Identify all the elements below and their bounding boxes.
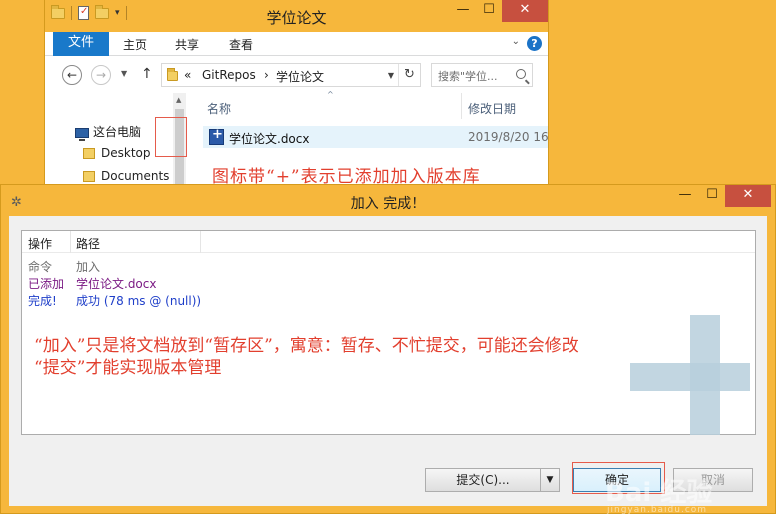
recent-locations-icon[interactable]: ▼ [121, 69, 127, 78]
breadcrumb-overflow[interactable]: « [184, 68, 191, 82]
plus-overlay-icon [630, 363, 750, 391]
folder-icon [83, 171, 95, 182]
file-row[interactable]: 学位论文.docx 2019/8/20 16 [203, 126, 549, 148]
maximize-button[interactable]: ☐ [699, 185, 725, 207]
breadcrumb-thesis[interactable]: 学位论文 [276, 68, 324, 85]
file-date: 2019/8/20 16 [468, 130, 549, 144]
commit-dropdown-icon[interactable]: ▼ [540, 468, 560, 492]
log-row: 完成! 成功 (78 ms @ (null)) [28, 294, 202, 308]
column-header-path[interactable]: 路径 [76, 235, 100, 252]
minimize-button[interactable]: — [671, 185, 699, 207]
breadcrumb-gitrepos[interactable]: GitRepos [202, 68, 256, 82]
column-header-action[interactable]: 操作 [28, 235, 52, 252]
close-button[interactable]: ✕ [725, 185, 771, 207]
dialog-title: 加入 完成！ [350, 196, 426, 212]
sort-ascending-icon: ^ [327, 90, 334, 99]
highlight-box [155, 117, 187, 157]
maximize-button[interactable]: ☐ [476, 0, 502, 22]
column-divider[interactable] [70, 231, 71, 253]
log-row: 命令 加入 [28, 260, 101, 274]
address-bar[interactable]: « GitRepos › 学位论文 ▼ ↻ [161, 63, 421, 87]
ribbon: 文件 主页 共享 查看 ⌄ ? [45, 32, 548, 56]
nav-item-documents[interactable]: Documents [83, 169, 169, 183]
back-arrow-icon[interactable]: ← [62, 65, 82, 85]
minimize-button[interactable]: — [450, 0, 476, 22]
tab-home[interactable]: 主页 [123, 36, 147, 53]
search-icon [516, 69, 526, 79]
log-row: 已添加 学位论文.docx [28, 277, 157, 291]
scroll-up-icon[interactable]: ▲ [176, 96, 181, 104]
column-divider[interactable] [200, 231, 201, 253]
tab-share[interactable]: 共享 [175, 36, 199, 53]
refresh-icon[interactable]: ↻ [398, 64, 420, 86]
folder-icon [83, 148, 95, 159]
search-input[interactable]: 搜索"学位... [431, 63, 533, 87]
computer-icon [75, 127, 89, 141]
file-name: 学位论文.docx [229, 132, 310, 146]
column-divider[interactable] [461, 93, 462, 119]
close-button[interactable]: ✕ [502, 0, 548, 22]
dialog-body: 操作 路径 命令 加入 已添加 学位论文.docx 完成! 成功 (78 ms … [9, 216, 767, 514]
folder-icon [167, 68, 178, 81]
breadcrumb-separator: › [264, 68, 269, 82]
help-icon[interactable]: ? [527, 36, 542, 51]
nav-item-desktop[interactable]: Desktop [83, 146, 151, 160]
operation-log[interactable]: 操作 路径 命令 加入 已添加 学位论文.docx 完成! 成功 (78 ms … [21, 230, 756, 435]
word-document-added-icon [209, 127, 224, 145]
search-placeholder: 搜索"学位... [438, 70, 498, 83]
column-header-name[interactable]: 名称 [207, 100, 231, 117]
baidu-watermark: Bai 经验 [605, 478, 713, 508]
nav-item-this-pc[interactable]: 这台电脑 [75, 123, 141, 141]
commit-button[interactable]: 提交(C)... [425, 468, 541, 492]
address-dropdown-icon[interactable]: ▼ [388, 71, 394, 80]
navigation-pane: 这台电脑 Desktop Documents [45, 93, 173, 190]
forward-arrow-icon[interactable]: → [91, 65, 111, 85]
column-header-date[interactable]: 修改日期 [468, 100, 516, 117]
baidu-watermark-url: jingyan.baidu.com [607, 505, 708, 514]
add-finished-dialog: ✲ 加入 完成！ — ☐ ✕ 操作 路径 命令 加入 已添加 学位论文.docx [0, 184, 776, 514]
annotation-stage-note: “加入”只是将文档放到“暂存区”，寓意：暂存、不忙提交，可能还会修改 “提交”才… [34, 336, 579, 378]
chevron-down-icon[interactable]: ⌄ [512, 36, 520, 47]
tab-file[interactable]: 文件 [53, 32, 109, 56]
log-header: 操作 路径 [22, 231, 755, 253]
explorer-titlebar: ▾ 学位论文 — ☐ ✕ [45, 0, 548, 32]
up-arrow-icon[interactable]: ↑ [141, 66, 153, 82]
dialog-titlebar: ✲ 加入 完成！ — ☐ ✕ [1, 185, 775, 217]
navigation-bar: ← → ▼ ↑ « GitRepos › 学位论文 ▼ ↻ 搜索"学位... [45, 57, 548, 93]
tab-view[interactable]: 查看 [229, 36, 253, 53]
